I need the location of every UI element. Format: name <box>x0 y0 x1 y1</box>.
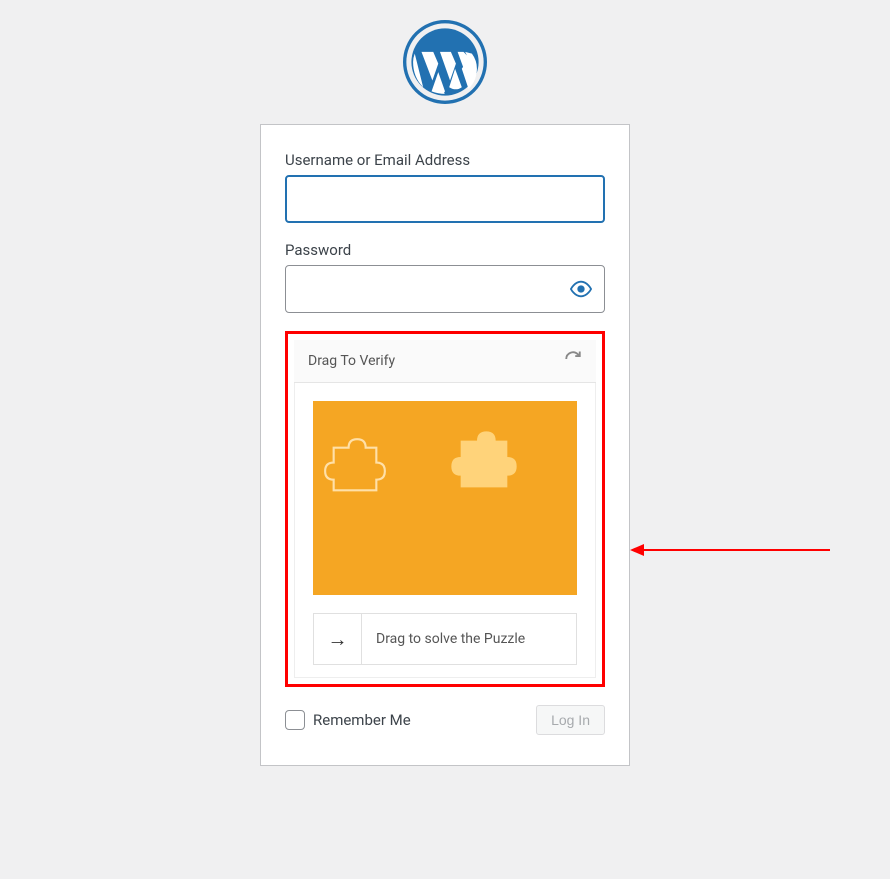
username-label: Username or Email Address <box>285 151 605 169</box>
logo-container <box>0 0 890 124</box>
refresh-button[interactable] <box>564 350 582 372</box>
login-footer-row: Remember Me Log In <box>285 705 605 735</box>
annotation-arrow-icon <box>630 540 830 560</box>
captcha-slider-track: → Drag to solve the Puzzle <box>313 613 577 665</box>
login-form: Username or Email Address Password Drag … <box>260 124 630 766</box>
password-field-group: Password <box>285 241 605 313</box>
captcha-slider-handle[interactable]: → <box>314 614 362 664</box>
eye-icon <box>570 278 592 300</box>
puzzle-slot-icon <box>323 437 387 501</box>
login-button[interactable]: Log In <box>536 705 605 735</box>
username-input[interactable] <box>285 175 605 223</box>
captcha-container: Drag To Verify → Drag to solve the Puzzl… <box>285 331 605 687</box>
refresh-icon <box>564 350 582 368</box>
puzzle-piece-icon[interactable] <box>449 429 519 499</box>
captcha-header: Drag To Verify <box>294 340 596 383</box>
captcha-body: → Drag to solve the Puzzle <box>294 383 596 678</box>
remember-me-checkbox[interactable] <box>285 710 305 730</box>
captcha-title: Drag To Verify <box>308 353 395 369</box>
username-field-group: Username or Email Address <box>285 151 605 223</box>
remember-me-wrap[interactable]: Remember Me <box>285 710 411 730</box>
wordpress-logo-icon <box>403 20 487 104</box>
remember-me-label: Remember Me <box>313 711 411 729</box>
password-label: Password <box>285 241 605 259</box>
show-password-button[interactable] <box>565 273 597 305</box>
captcha-slider-label: Drag to solve the Puzzle <box>362 631 576 647</box>
password-input[interactable] <box>285 265 605 313</box>
captcha-puzzle-image <box>313 401 577 595</box>
